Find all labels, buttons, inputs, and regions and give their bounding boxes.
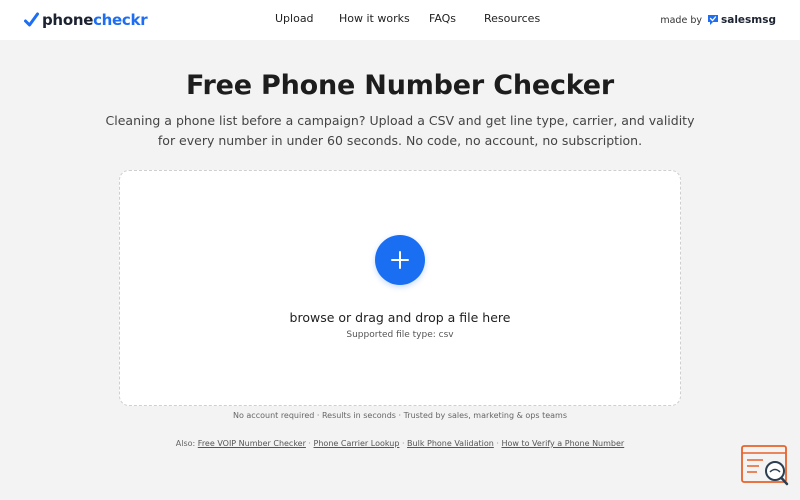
also-label: Also: xyxy=(175,439,196,448)
separator: · xyxy=(399,439,408,448)
plus-icon xyxy=(391,251,409,269)
dropzone-instructions: browse or drag and drop a file here xyxy=(289,310,511,325)
nav-how-it-works[interactable]: How it works xyxy=(339,12,410,25)
made-by-label: made by xyxy=(660,14,702,26)
supported-file-type: Supported file type: csv xyxy=(346,330,454,340)
salesmsg-brand: salesmsg xyxy=(707,14,776,26)
page-subtitle: Cleaning a phone list before a campaign?… xyxy=(105,113,695,148)
made-by-salesmsg[interactable]: made by salesmsg xyxy=(660,12,776,28)
link-phone-carrier-lookup[interactable]: Phone Carrier Lookup xyxy=(314,439,400,448)
document-search-icon xyxy=(741,445,789,486)
upload-button[interactable] xyxy=(375,235,425,285)
salesmsg-logo-icon xyxy=(707,15,718,25)
link-bulk-phone-validation[interactable]: Bulk Phone Validation xyxy=(407,439,494,448)
review-widget[interactable] xyxy=(741,444,791,488)
nav-upload[interactable]: Upload xyxy=(275,12,314,25)
nav-faqs[interactable]: FAQs xyxy=(429,12,456,25)
page-title: Free Phone Number Checker xyxy=(185,70,615,101)
separator: · xyxy=(305,439,314,448)
nav-resources[interactable]: Resources xyxy=(484,12,540,25)
link-how-to-verify[interactable]: How to Verify a Phone Number xyxy=(501,439,624,448)
site-header: phone checkr Upload How it works FAQs Res… xyxy=(0,0,800,40)
related-links: Also: Free VOIP Number Checker · Phone C… xyxy=(0,439,800,448)
file-dropzone[interactable]: browse or drag and drop a file here Supp… xyxy=(119,170,681,406)
trust-line: No account required · Results in seconds… xyxy=(232,411,567,420)
salesmsg-text: salesmsg xyxy=(720,14,776,26)
link-free-voip-checker[interactable]: Free VOIP Number Checker xyxy=(198,439,306,448)
